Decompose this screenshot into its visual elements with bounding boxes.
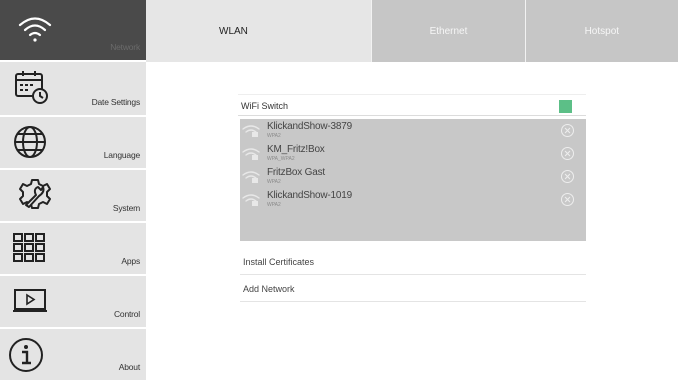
network-name: KlickandShow-3879 [267,121,352,132]
tab-hotspot[interactable]: Hotspot [525,0,678,62]
sidebar-item-label: Date Settings [91,97,141,107]
network-item[interactable]: KlickandShow-3879 WPA2 [240,119,586,142]
network-security: WPA2 [267,202,281,208]
network-item[interactable]: KM_Fritz!Box WPA_WPA2 [240,142,586,165]
wifi-switch-row: WiFi Switch [238,94,586,116]
add-network-button[interactable]: Add Network [240,276,586,302]
sidebar-item-language[interactable]: Language [0,117,146,169]
locked-wifi-icon [242,193,262,212]
network-item[interactable]: KlickandShow-1019 WPA2 [240,188,586,211]
sidebar-item-label: Language [103,150,140,160]
tab-bar: WLAN Ethernet Hotspot [146,0,678,62]
forget-network-icon[interactable] [561,193,574,206]
sidebar-item-label: Apps [121,256,140,266]
add-network-label: Add Network [243,284,295,294]
network-security: WPA2 [267,179,281,185]
install-certificates-button[interactable]: Install Certificates [240,249,586,275]
locked-wifi-icon [242,124,262,143]
forget-network-icon[interactable] [561,124,574,137]
sidebar-item-apps[interactable]: Apps [0,223,146,275]
monitor-play-icon [12,288,50,316]
sidebar-item-label: Network [110,42,140,52]
network-name: KM_Fritz!Box [267,144,325,155]
sidebar-item-control[interactable]: Control [0,276,146,328]
tab-ethernet[interactable]: Ethernet [372,0,526,62]
apps-grid-icon [12,232,46,264]
globe-icon [13,125,47,159]
sidebar-item-about[interactable]: About [0,329,146,381]
wrench-gear-icon [18,177,52,213]
network-item[interactable]: FritzBox Gast WPA2 [240,165,586,188]
wlan-settings: WiFi Switch KlickandShow-3879 WPA2 KM_Fr [238,94,586,302]
sidebar-item-label: Control [113,309,140,319]
network-name: KlickandShow-1019 [267,190,352,201]
tab-wlan[interactable]: WLAN [146,0,373,62]
network-name: FritzBox Gast [267,167,325,178]
wifi-switch-label: WiFi Switch [241,101,288,111]
calendar-clock-icon [14,69,48,105]
forget-network-icon[interactable] [561,170,574,183]
network-list: KlickandShow-3879 WPA2 KM_Fritz!Box WPA_… [240,119,586,241]
sidebar-item-date-settings[interactable]: Date Settings [0,62,146,116]
install-certificates-label: Install Certificates [243,257,315,267]
wifi-switch-toggle[interactable] [559,100,572,113]
info-icon [8,337,44,373]
wifi-icon [18,15,52,43]
forget-network-icon[interactable] [561,147,574,160]
network-security: WPA2 [267,133,281,139]
sidebar: Network Date Settings Language System Ap… [0,0,146,381]
sidebar-item-label: About [118,362,140,372]
network-security: WPA_WPA2 [267,156,295,162]
locked-wifi-icon [242,170,262,189]
locked-wifi-icon [242,147,262,166]
sidebar-item-system[interactable]: System [0,170,146,222]
sidebar-item-network[interactable]: Network [0,0,146,61]
sidebar-item-label: System [112,203,140,213]
